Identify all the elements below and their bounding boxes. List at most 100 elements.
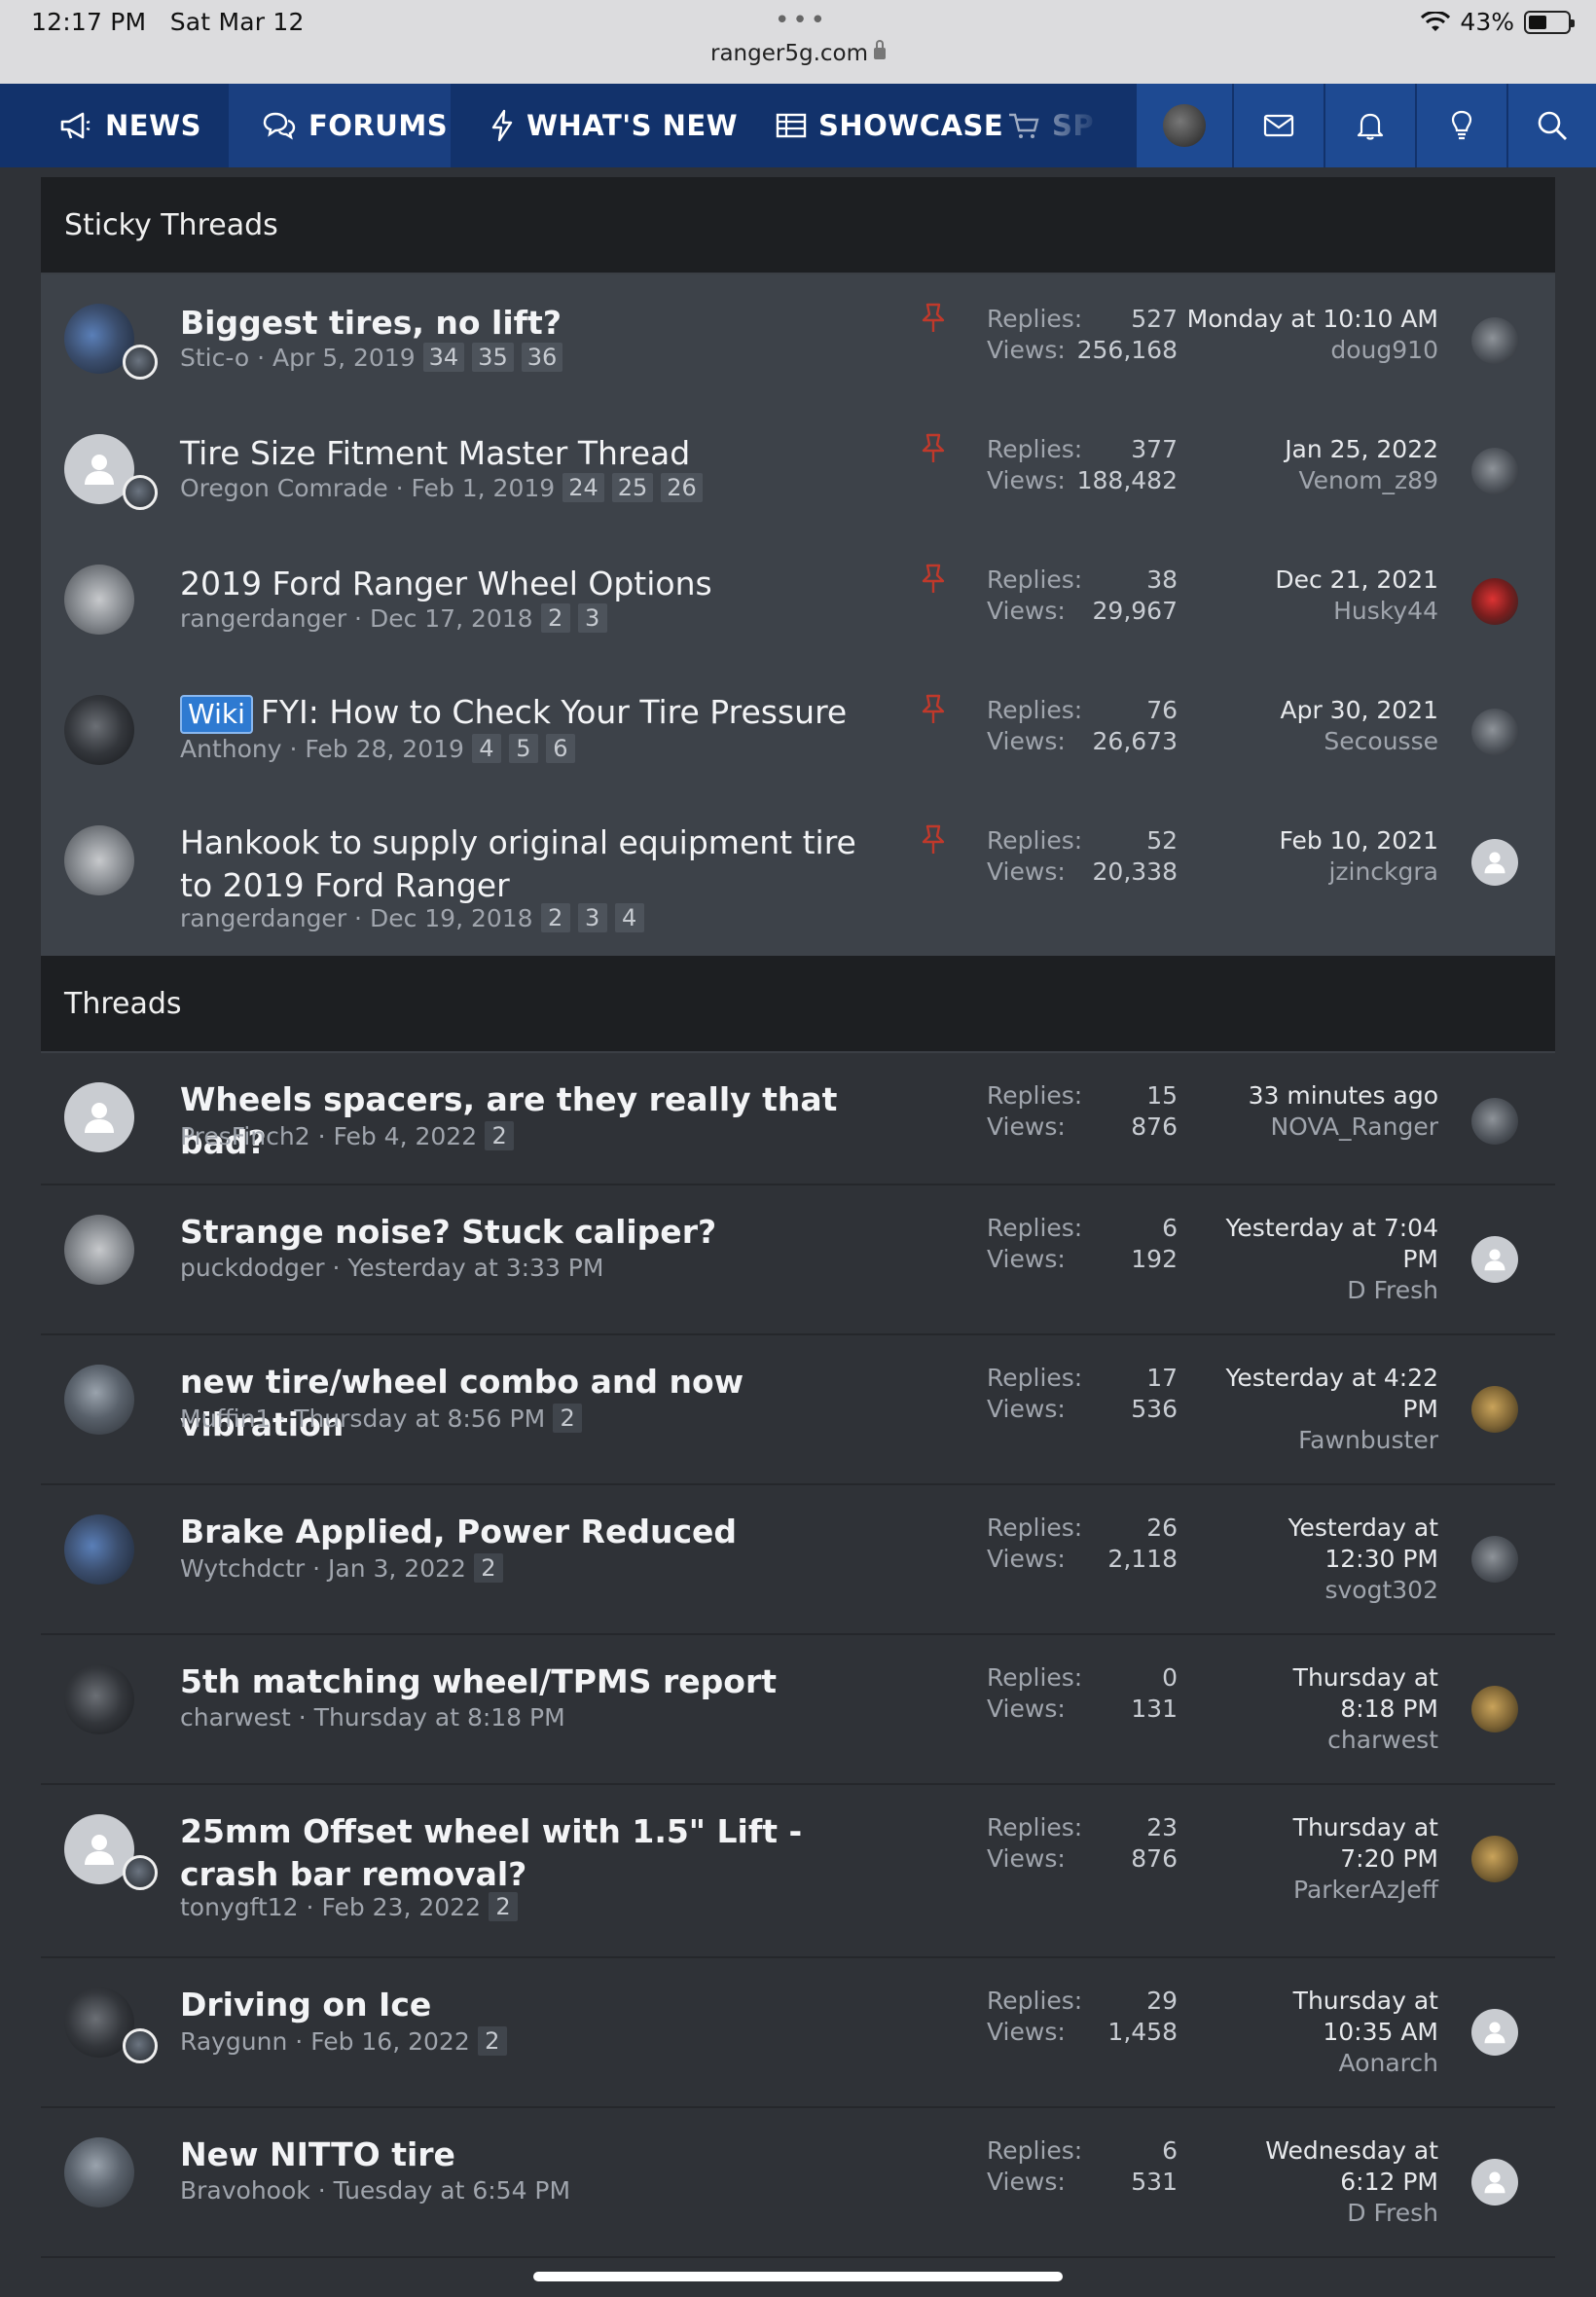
ideas-button[interactable] [1415, 84, 1506, 167]
thread-title[interactable]: 25mm Offset wheel with 1.5" Lift - crash… [180, 1810, 861, 1896]
thread-date[interactable]: Feb 4, 2022 [333, 1122, 477, 1150]
last-poster-avatar[interactable] [1471, 1536, 1518, 1583]
page-link[interactable]: 2 [540, 903, 570, 932]
thread-row[interactable]: Tire Size Fitment Master Thread Oregon C… [41, 405, 1555, 535]
thread-title[interactable]: Tire Size Fitment Master Thread [180, 432, 861, 475]
alerts-button[interactable] [1324, 84, 1415, 167]
last-post-user[interactable]: jzinckgra [1185, 857, 1438, 888]
last-poster-avatar[interactable] [1471, 839, 1518, 886]
last-poster-avatar[interactable] [1471, 1686, 1518, 1732]
thread-date[interactable]: Thursday at 8:56 PM [294, 1404, 545, 1433]
thread-row[interactable]: Driving on Ice Raygunn · Feb 16, 2022 2 … [41, 1958, 1555, 2108]
last-post-user[interactable]: svogt302 [1215, 1575, 1438, 1606]
thread-row[interactable]: Brake Applied, Power Reduced Wytchdctr ·… [41, 1485, 1555, 1635]
thread-date[interactable]: Feb 1, 2019 [412, 474, 556, 502]
last-post-user[interactable]: NOVA_Ranger [1185, 1112, 1438, 1143]
thread-author[interactable]: Muffin1 [180, 1404, 271, 1433]
last-post-date[interactable]: 33 minutes ago [1185, 1080, 1438, 1112]
thread-title[interactable]: Biggest tires, no lift? [180, 302, 861, 345]
home-indicator[interactable] [533, 2272, 1063, 2281]
thread-row[interactable]: new tire/wheel combo and now vibration M… [41, 1335, 1555, 1485]
page-link[interactable]: 3 [577, 603, 607, 633]
thread-author[interactable]: Wytchdctr [180, 1554, 305, 1583]
thread-title[interactable]: New NITTO tire [180, 2133, 861, 2176]
search-button[interactable] [1506, 84, 1596, 167]
tab-forums[interactable]: FORUMS [229, 84, 451, 167]
last-post-user[interactable]: Husky44 [1185, 596, 1438, 627]
thread-date[interactable]: Thursday at 8:18 PM [314, 1703, 565, 1732]
last-post-date[interactable]: Thursday at 7:20 PM [1244, 1812, 1438, 1875]
thread-row[interactable]: Wheels spacers, are they really that bad… [41, 1053, 1555, 1185]
thread-date[interactable]: Feb 16, 2022 [310, 2027, 470, 2056]
avatar[interactable] [64, 2137, 134, 2207]
thread-author[interactable]: Anthony [180, 735, 282, 763]
thread-author[interactable]: puckdodger [180, 1254, 325, 1282]
thread-date[interactable]: Dec 19, 2018 [370, 904, 533, 932]
last-post-date[interactable]: Yesterday at 12:30 PM [1215, 1513, 1438, 1575]
last-post-user[interactable]: Aonarch [1224, 2048, 1438, 2079]
page-link[interactable]: 6 [545, 734, 575, 763]
thread-date[interactable]: Feb 23, 2022 [321, 1893, 481, 1921]
thread-row[interactable]: Biggest tires, no lift? Stic-o · Apr 5, … [41, 274, 1555, 405]
last-poster-avatar[interactable] [1471, 2009, 1518, 2056]
last-poster-avatar[interactable] [1471, 709, 1518, 755]
last-post-date[interactable]: Apr 30, 2021 [1185, 695, 1438, 726]
inbox-button[interactable] [1232, 84, 1324, 167]
page-link[interactable]: 2 [473, 1553, 503, 1583]
thread-author[interactable]: tonygft12 [180, 1893, 299, 1921]
last-poster-avatar[interactable] [1471, 1098, 1518, 1145]
last-post-user[interactable]: D Fresh [1224, 1275, 1438, 1306]
tab-whats-new[interactable]: WHAT'S NEW [451, 84, 752, 167]
page-link[interactable]: 24 [562, 473, 604, 502]
thread-title[interactable]: 5th matching wheel/TPMS report [180, 1660, 861, 1703]
avatar[interactable] [64, 695, 134, 765]
tab-news[interactable]: NEWS [0, 84, 229, 167]
thread-row[interactable]: Strange noise? Stuck caliper? puckdodger… [41, 1185, 1555, 1335]
thread-author[interactable]: rangerdanger [180, 904, 346, 932]
last-post-date[interactable]: Feb 10, 2021 [1185, 825, 1438, 857]
page-link[interactable]: 2 [477, 2026, 507, 2056]
last-post-user[interactable]: doug910 [1185, 335, 1438, 366]
last-post-date[interactable]: Thursday at 10:35 AM [1224, 1986, 1438, 2048]
page-link[interactable]: 34 [422, 343, 465, 372]
last-poster-avatar[interactable] [1471, 448, 1518, 494]
page-link[interactable]: 36 [521, 343, 563, 372]
page-link[interactable]: 35 [472, 343, 514, 372]
more-dots-icon[interactable]: ••• [775, 6, 828, 35]
thread-date[interactable]: Tuesday at 6:54 PM [334, 2176, 570, 2205]
page-link[interactable]: 26 [661, 473, 703, 502]
thread-date[interactable]: Dec 17, 2018 [370, 604, 533, 633]
page-link[interactable]: 4 [471, 734, 501, 763]
thread-author[interactable]: Raygunn [180, 2027, 287, 2056]
thread-author[interactable]: Oregon Comrade [180, 474, 388, 502]
thread-row[interactable]: Hankook to supply original equipment tir… [41, 796, 1555, 956]
thread-title[interactable]: Wiki FYI: How to Check Your Tire Pressure [180, 691, 861, 734]
page-link[interactable]: 4 [614, 903, 644, 932]
page-link[interactable]: 2 [553, 1404, 583, 1433]
last-post-date[interactable]: Wednesday at 6:12 PM [1215, 2135, 1438, 2198]
page-link[interactable]: 5 [508, 734, 538, 763]
last-post-date[interactable]: Yesterday at 4:22 PM [1224, 1363, 1438, 1425]
avatar[interactable] [64, 565, 134, 635]
avatar[interactable] [64, 1514, 134, 1585]
avatar[interactable] [64, 1082, 134, 1152]
thread-row[interactable]: New NITTO tire Bravohook · Tuesday at 6:… [41, 2108, 1555, 2258]
thread-title[interactable]: Driving on Ice [180, 1984, 861, 2026]
thread-row[interactable]: Wiki FYI: How to Check Your Tire Pressure… [41, 666, 1555, 796]
last-poster-avatar[interactable] [1471, 1236, 1518, 1283]
thread-date[interactable]: Yesterday at 3:33 PM [347, 1254, 603, 1282]
last-poster-avatar[interactable] [1471, 317, 1518, 364]
last-post-user[interactable]: D Fresh [1215, 2198, 1438, 2229]
last-poster-avatar[interactable] [1471, 578, 1518, 625]
last-post-date[interactable]: Thursday at 8:18 PM [1244, 1662, 1438, 1725]
thread-title[interactable]: Strange noise? Stuck caliper? [180, 1211, 861, 1254]
thread-row[interactable]: 2019 Ford Ranger Wheel Options rangerdan… [41, 535, 1555, 666]
last-poster-avatar[interactable] [1471, 1386, 1518, 1433]
page-link[interactable]: 2 [485, 1121, 515, 1150]
thread-title[interactable]: 2019 Ford Ranger Wheel Options [180, 563, 861, 605]
thread-author[interactable]: Bravohook [180, 2176, 310, 2205]
last-post-date[interactable]: Jan 25, 2022 [1185, 434, 1438, 465]
thread-author[interactable]: rangerdanger [180, 604, 346, 633]
thread-author[interactable]: PresFinch2 [180, 1122, 310, 1150]
thread-author[interactable]: charwest [180, 1703, 291, 1732]
